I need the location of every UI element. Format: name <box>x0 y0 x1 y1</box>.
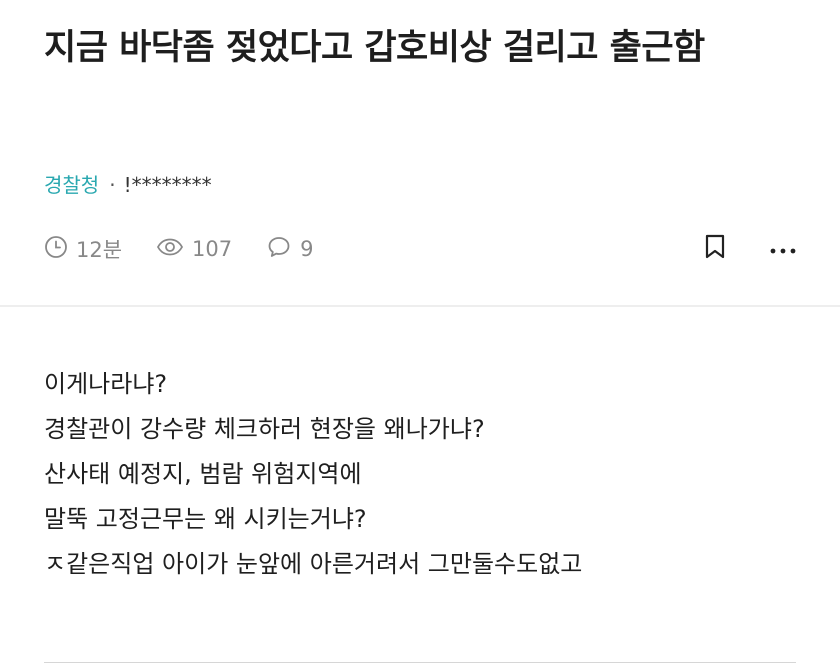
body-line: 말뚝 고정근무는 왜 시키는거냐? <box>44 505 367 533</box>
views-stat: 107 <box>156 235 232 264</box>
eye-icon <box>156 235 192 264</box>
body-line: 이게나라냐? <box>44 370 168 398</box>
meta-separator: · <box>109 173 116 197</box>
speech-bubble-icon <box>266 235 300 264</box>
author-name[interactable]: !******** <box>124 172 212 198</box>
board-link[interactable]: 경찰청 <box>44 172 99 198</box>
header-divider <box>0 305 840 307</box>
time-value: 12분 <box>76 238 123 262</box>
bookmark-icon <box>704 234 726 264</box>
comments-stat[interactable]: 9 <box>266 235 314 264</box>
clock-icon <box>44 235 76 264</box>
post-stats: 12분 107 9 <box>44 232 796 266</box>
body-line: 산사태 예정지, 범람 위험지역에 <box>44 460 362 488</box>
body-divider <box>44 662 796 663</box>
post-body: 이게나라냐? 경찰관이 강수량 체크하러 현장을 왜나가냐? 산사태 예정지, … <box>44 362 804 587</box>
post-title: 지금 바닥좀 젖었다고 갑호비상 걸리고 출근함 <box>44 28 705 68</box>
more-dots-icon <box>770 240 796 259</box>
body-line: 경찰관이 강수량 체크하러 현장을 왜나가냐? <box>44 415 485 443</box>
views-value: 107 <box>192 237 233 261</box>
comments-value: 9 <box>300 237 314 261</box>
post-meta: 경찰청 · !******** <box>44 172 212 198</box>
time-stat: 12분 <box>44 234 122 264</box>
bookmark-button[interactable] <box>704 234 726 264</box>
post-actions <box>704 234 796 264</box>
body-line: ㅈ같은직업 아이가 눈앞에 아른거려서 그만둘수도없고 <box>44 550 583 578</box>
more-button[interactable] <box>770 240 796 259</box>
